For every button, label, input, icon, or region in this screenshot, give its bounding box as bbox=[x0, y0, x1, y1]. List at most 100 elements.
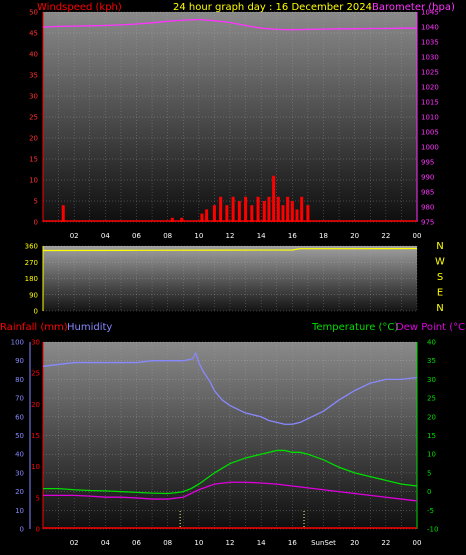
humidity-tick-label: 50 bbox=[15, 432, 24, 440]
rainfall-tick-label: 15 bbox=[31, 432, 40, 440]
windspeed-bar bbox=[225, 205, 229, 222]
hour-tick-label: 10 bbox=[194, 539, 203, 547]
barometer-tick-label: 990 bbox=[421, 174, 434, 182]
hour-tick-label: 08 bbox=[163, 539, 172, 547]
humidity-tick-label: 10 bbox=[15, 507, 24, 515]
temperature-tick-label: 15 bbox=[427, 432, 436, 440]
hour-tick-label: 14 bbox=[257, 232, 266, 240]
compass-label: N bbox=[436, 303, 443, 314]
barometer-axis-title: Barometer (hpa) bbox=[372, 2, 455, 13]
barometer-tick-label: 985 bbox=[421, 189, 434, 197]
temperature-tick-label: 10 bbox=[427, 451, 436, 459]
barometer-tick-label: 1000 bbox=[421, 144, 439, 152]
temperature-tick-label: -5 bbox=[427, 507, 434, 515]
barometer-tick-label: 1030 bbox=[421, 54, 439, 62]
windspeed-bar bbox=[219, 196, 223, 222]
windspeed-bar bbox=[272, 175, 276, 222]
direction-tick-label: 90 bbox=[29, 291, 38, 299]
barometer-tick-label: 1010 bbox=[421, 114, 439, 122]
windspeed-bar bbox=[250, 205, 254, 222]
rainfall-tick-label: 10 bbox=[31, 463, 40, 471]
windspeed-bar bbox=[295, 209, 299, 222]
direction-tick-label: 360 bbox=[25, 243, 38, 251]
windspeed-tick-label: 30 bbox=[29, 93, 38, 101]
barometer-tick-label: 1020 bbox=[421, 84, 439, 92]
rainfall-tick-label: 25 bbox=[31, 370, 40, 378]
windspeed-bar bbox=[276, 196, 280, 222]
hour-tick-label: SunSet bbox=[311, 539, 336, 547]
temperature-tick-label: 30 bbox=[427, 376, 436, 384]
compass-label: W bbox=[435, 257, 445, 268]
windspeed-bar bbox=[306, 205, 310, 222]
hour-tick-label: 00 bbox=[413, 539, 422, 547]
hour-tick-label: 02 bbox=[70, 232, 79, 240]
windspeed-bar bbox=[262, 201, 266, 222]
hour-tick-label: 06 bbox=[132, 539, 141, 547]
temperature-tick-label: 5 bbox=[427, 469, 431, 477]
hour-tick-label: 20 bbox=[350, 232, 359, 240]
humidity-tick-label: 100 bbox=[11, 339, 24, 347]
windspeed-bar bbox=[237, 201, 241, 222]
windspeed-axis-title: Windspeed (kph) bbox=[37, 2, 122, 13]
windspeed-tick-label: 40 bbox=[29, 51, 38, 59]
hour-tick-label: 12 bbox=[226, 232, 235, 240]
rainfall-tick-label: 0 bbox=[36, 526, 40, 534]
windspeed-bar bbox=[212, 205, 216, 222]
rainfall-tick-label: 30 bbox=[31, 339, 40, 347]
windspeed-bar bbox=[200, 213, 204, 222]
chart-title: 24 hour graph day : 16 December 2024 bbox=[173, 2, 372, 13]
humidity-tick-label: 70 bbox=[15, 395, 24, 403]
humidity-tick-label: 0 bbox=[20, 526, 24, 534]
windspeed-tick-label: 5 bbox=[34, 198, 38, 206]
temperature-tick-label: 25 bbox=[427, 395, 436, 403]
windspeed-bar bbox=[231, 196, 235, 222]
windspeed-bar bbox=[300, 196, 304, 222]
compass-label: E bbox=[437, 288, 443, 299]
hour-tick-label: 16 bbox=[288, 232, 297, 240]
humidity-tick-label: 40 bbox=[15, 451, 24, 459]
windspeed-tick-label: 10 bbox=[29, 177, 38, 185]
windspeed-tick-label: 25 bbox=[29, 114, 38, 122]
humidity-tick-label: 60 bbox=[15, 413, 24, 421]
weather-24h-chart: 0510152025303540455097598098599099510001… bbox=[0, 2, 466, 547]
hour-tick-label: 20 bbox=[350, 539, 359, 547]
humidity-axis-title: Humidity bbox=[67, 322, 112, 333]
temperature-tick-label: -10 bbox=[427, 526, 438, 534]
temperature-tick-label: 0 bbox=[427, 488, 431, 496]
hour-tick-label: 08 bbox=[163, 232, 172, 240]
rainfall-axis-title: Rainfall (mm) bbox=[0, 322, 68, 333]
humidity-tick-label: 20 bbox=[15, 488, 24, 496]
hour-tick-label: 22 bbox=[381, 232, 390, 240]
windspeed-bar bbox=[205, 209, 209, 222]
hour-tick-label: 12 bbox=[226, 539, 235, 547]
windspeed-bar bbox=[281, 205, 285, 222]
humidity-tick-label: 90 bbox=[15, 357, 24, 365]
hour-tick-label: 22 bbox=[381, 539, 390, 547]
windspeed-bar bbox=[290, 201, 294, 222]
hour-tick-label: 14 bbox=[257, 539, 266, 547]
hour-tick-label: 02 bbox=[70, 539, 79, 547]
barometer-tick-label: 1015 bbox=[421, 99, 439, 107]
direction-tick-label: 270 bbox=[25, 259, 38, 267]
windspeed-tick-label: 0 bbox=[34, 219, 38, 227]
barometer-tick-label: 1035 bbox=[421, 39, 439, 47]
windspeed-bar bbox=[286, 196, 290, 222]
rainfall-tick-label: 5 bbox=[36, 494, 40, 502]
hour-tick-label: 18 bbox=[319, 232, 328, 240]
windspeed-bar bbox=[61, 205, 65, 222]
windspeed-bar bbox=[180, 217, 184, 222]
humidity-tick-label: 80 bbox=[15, 376, 24, 384]
dewpoint-axis-title: Dew Point (°C) bbox=[396, 322, 466, 333]
hour-tick-label: 04 bbox=[101, 539, 110, 547]
windspeed-tick-label: 45 bbox=[29, 30, 38, 38]
direction-tick-label: 0 bbox=[34, 308, 38, 316]
hour-tick-label: 04 bbox=[101, 232, 110, 240]
temperature-tick-label: 20 bbox=[427, 413, 436, 421]
hour-tick-label: 06 bbox=[132, 232, 141, 240]
windspeed-bar bbox=[267, 196, 271, 222]
direction-tick-label: 180 bbox=[25, 275, 38, 283]
barometer-tick-label: 1025 bbox=[421, 69, 439, 77]
windspeed-bar bbox=[256, 196, 260, 222]
compass-label: S bbox=[437, 272, 443, 283]
compass-label: N bbox=[436, 241, 443, 252]
